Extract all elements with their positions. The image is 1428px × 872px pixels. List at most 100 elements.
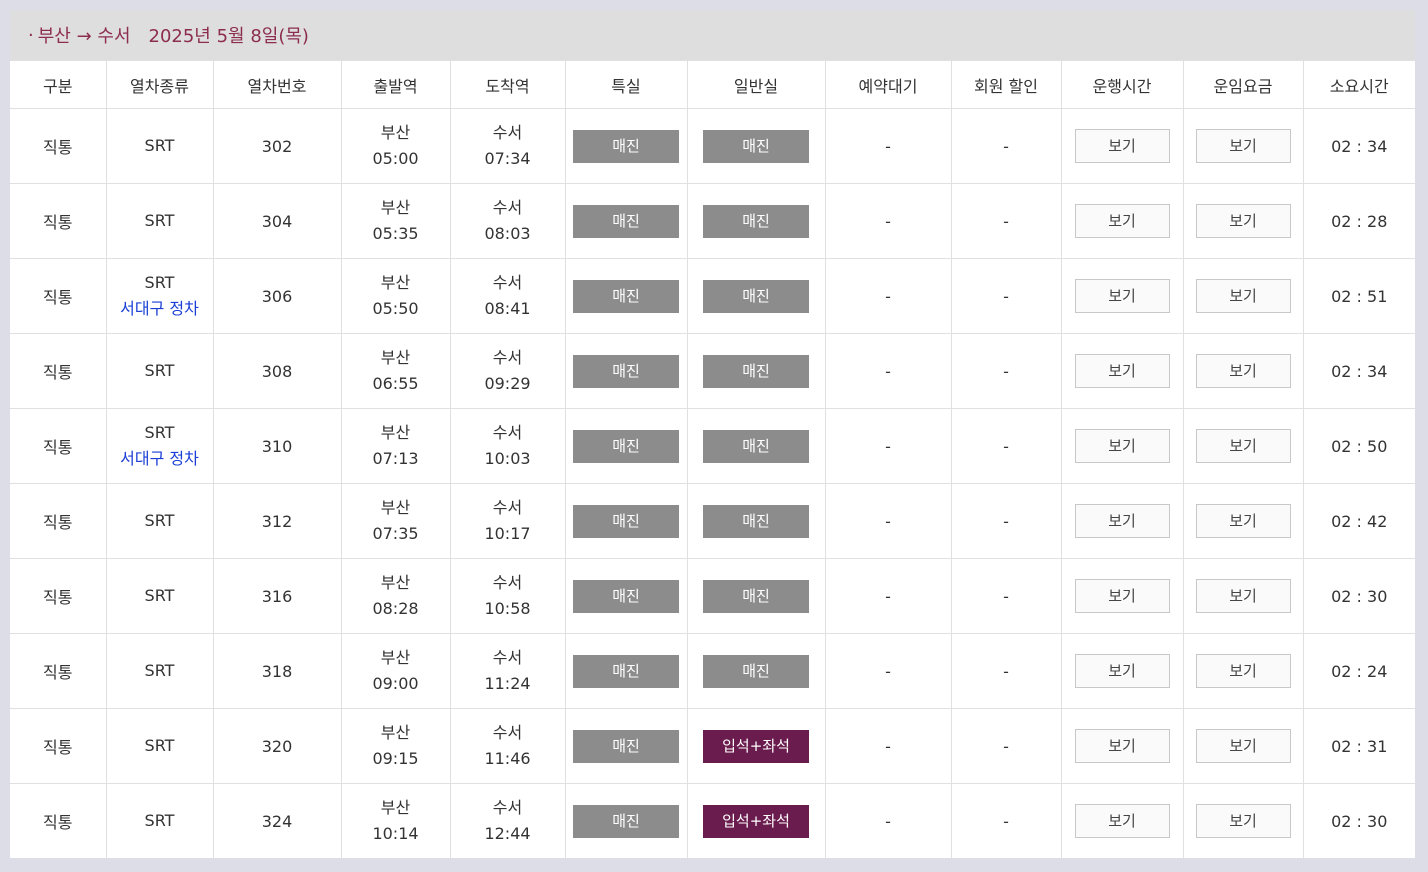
table-row: 직통 SRT 320 부산 09:15 수서 11:46 매진 입석+좌석 - … (10, 708, 1415, 784)
col-standard-header: 일반실 (687, 60, 826, 109)
departure-station: 부산 (380, 648, 411, 667)
schedule-cell: 보기 (1061, 633, 1184, 709)
train-kind: 직통 (10, 558, 107, 634)
train-kind: 직통 (10, 183, 107, 259)
fare-view-button[interactable]: 보기 (1195, 129, 1291, 163)
train-number: 312 (213, 483, 342, 559)
duration: 02 : 42 (1303, 483, 1415, 559)
first-class-cell: 매진 (565, 483, 688, 559)
arrival-station: 수서 (492, 123, 523, 142)
table-row: 직통 SRT 324 부산 10:14 수서 12:44 매진 입석+좌석 - … (10, 783, 1415, 858)
duration: 02 : 34 (1303, 108, 1415, 184)
fare-view-button[interactable]: 보기 (1195, 279, 1291, 313)
duration: 02 : 31 (1303, 708, 1415, 784)
standard-status: 매진 (703, 504, 809, 538)
train-number: 306 (213, 258, 342, 334)
fare-view-button[interactable]: 보기 (1195, 654, 1291, 688)
arrival-station: 수서 (492, 273, 523, 292)
departure-time: 06:55 (372, 374, 419, 393)
standard-status: 매진 (703, 204, 809, 238)
schedule-view-button[interactable]: 보기 (1074, 279, 1170, 313)
first-class-cell: 매진 (565, 558, 688, 634)
schedule-view-button[interactable]: 보기 (1074, 804, 1170, 838)
train-type: SRT (144, 136, 175, 155)
fare-view-button[interactable]: 보기 (1195, 504, 1291, 538)
schedule-view-button[interactable]: 보기 (1074, 579, 1170, 613)
departure-time: 05:00 (372, 149, 419, 168)
fare-view-button[interactable]: 보기 (1195, 729, 1291, 763)
schedule-view-button[interactable]: 보기 (1074, 504, 1170, 538)
first-class-status: 매진 (573, 504, 679, 538)
col-waitlist-header: 예약대기 (825, 60, 952, 109)
train-type-cell: SRT 서대구 정차 (106, 258, 214, 334)
arrival-cell: 수서 09:29 (450, 333, 566, 409)
table-row: 직통 SRT 서대구 정차 310 부산 07:13 수서 10:03 매진 매진… (10, 408, 1415, 484)
table-row: 직통 SRT 312 부산 07:35 수서 10:17 매진 매진 - - 보… (10, 483, 1415, 559)
train-number: 324 (213, 783, 342, 858)
departure-cell: 부산 05:35 (341, 183, 451, 259)
fare-view-button[interactable]: 보기 (1195, 579, 1291, 613)
arrival-time: 12:44 (484, 824, 531, 843)
col-fare-header: 운임요금 (1183, 60, 1304, 109)
arrival-station: 수서 (492, 423, 523, 442)
schedule-view-button[interactable]: 보기 (1074, 354, 1170, 388)
col-train-no-header: 열차번호 (213, 60, 342, 109)
departure-station: 부산 (380, 498, 411, 517)
schedule-view-button[interactable]: 보기 (1074, 129, 1170, 163)
arrival-time: 10:58 (484, 599, 531, 618)
fare-view-button[interactable]: 보기 (1195, 204, 1291, 238)
waitlist-cell: - (825, 558, 952, 634)
arrival-cell: 수서 08:41 (450, 258, 566, 334)
arrival-station: 수서 (492, 798, 523, 817)
schedule-cell: 보기 (1061, 483, 1184, 559)
table-row: 직통 SRT 서대구 정차 306 부산 05:50 수서 08:41 매진 매진… (10, 258, 1415, 334)
arrival-time: 09:29 (484, 374, 531, 393)
schedule-view-button[interactable]: 보기 (1074, 204, 1170, 238)
train-kind: 직통 (10, 108, 107, 184)
schedule-view-button[interactable]: 보기 (1074, 654, 1170, 688)
duration: 02 : 24 (1303, 633, 1415, 709)
departure-station: 부산 (380, 273, 411, 292)
fare-view-button[interactable]: 보기 (1195, 429, 1291, 463)
departure-cell: 부산 09:15 (341, 708, 451, 784)
train-type: SRT (144, 423, 175, 442)
standard-status: 매진 (703, 579, 809, 613)
arrival-station: 수서 (492, 573, 523, 592)
first-class-cell: 매진 (565, 183, 688, 259)
first-class-status: 매진 (573, 129, 679, 163)
member-discount-cell: - (951, 708, 1062, 784)
table-row: 직통 SRT 316 부산 08:28 수서 10:58 매진 매진 - - 보… (10, 558, 1415, 634)
schedule-cell: 보기 (1061, 408, 1184, 484)
duration: 02 : 30 (1303, 783, 1415, 858)
first-class-cell: 매진 (565, 783, 688, 858)
waitlist-cell: - (825, 183, 952, 259)
waitlist-cell: - (825, 333, 952, 409)
fare-view-button[interactable]: 보기 (1195, 354, 1291, 388)
schedule-view-button[interactable]: 보기 (1074, 429, 1170, 463)
member-discount-cell: - (951, 108, 1062, 184)
arrival-time: 11:46 (484, 749, 531, 768)
standard-status: 매진 (703, 654, 809, 688)
fare-cell: 보기 (1183, 558, 1304, 634)
standard-book-button[interactable]: 입석+좌석 (703, 804, 809, 838)
train-type: SRT (144, 586, 175, 605)
arrival-cell: 수서 10:58 (450, 558, 566, 634)
train-type-cell: SRT 서대구 정차 (106, 408, 214, 484)
departure-time: 07:13 (372, 449, 419, 468)
standard-cell: 매진 (687, 633, 826, 709)
departure-time: 09:00 (372, 674, 419, 693)
standard-cell: 매진 (687, 408, 826, 484)
fare-cell: 보기 (1183, 633, 1304, 709)
train-type-cell: SRT (106, 708, 214, 784)
fare-view-button[interactable]: 보기 (1195, 804, 1291, 838)
departure-time: 07:35 (372, 524, 419, 543)
first-class-status: 매진 (573, 654, 679, 688)
standard-book-button[interactable]: 입석+좌석 (703, 729, 809, 763)
route-header: · 부산 → 수서 2025년 5월 8일(목) (10, 10, 1415, 60)
first-class-cell: 매진 (565, 708, 688, 784)
arrival-time: 10:03 (484, 449, 531, 468)
train-table: 구분 열차종류 열차번호 출발역 도착역 특실 일반실 예약대기 회원 할인 운행시간 운임요금 소요… (10, 60, 1415, 858)
schedule-view-button[interactable]: 보기 (1074, 729, 1170, 763)
train-number: 304 (213, 183, 342, 259)
table-row: 직통 SRT 302 부산 05:00 수서 07:34 매진 매진 - - 보… (10, 108, 1415, 184)
